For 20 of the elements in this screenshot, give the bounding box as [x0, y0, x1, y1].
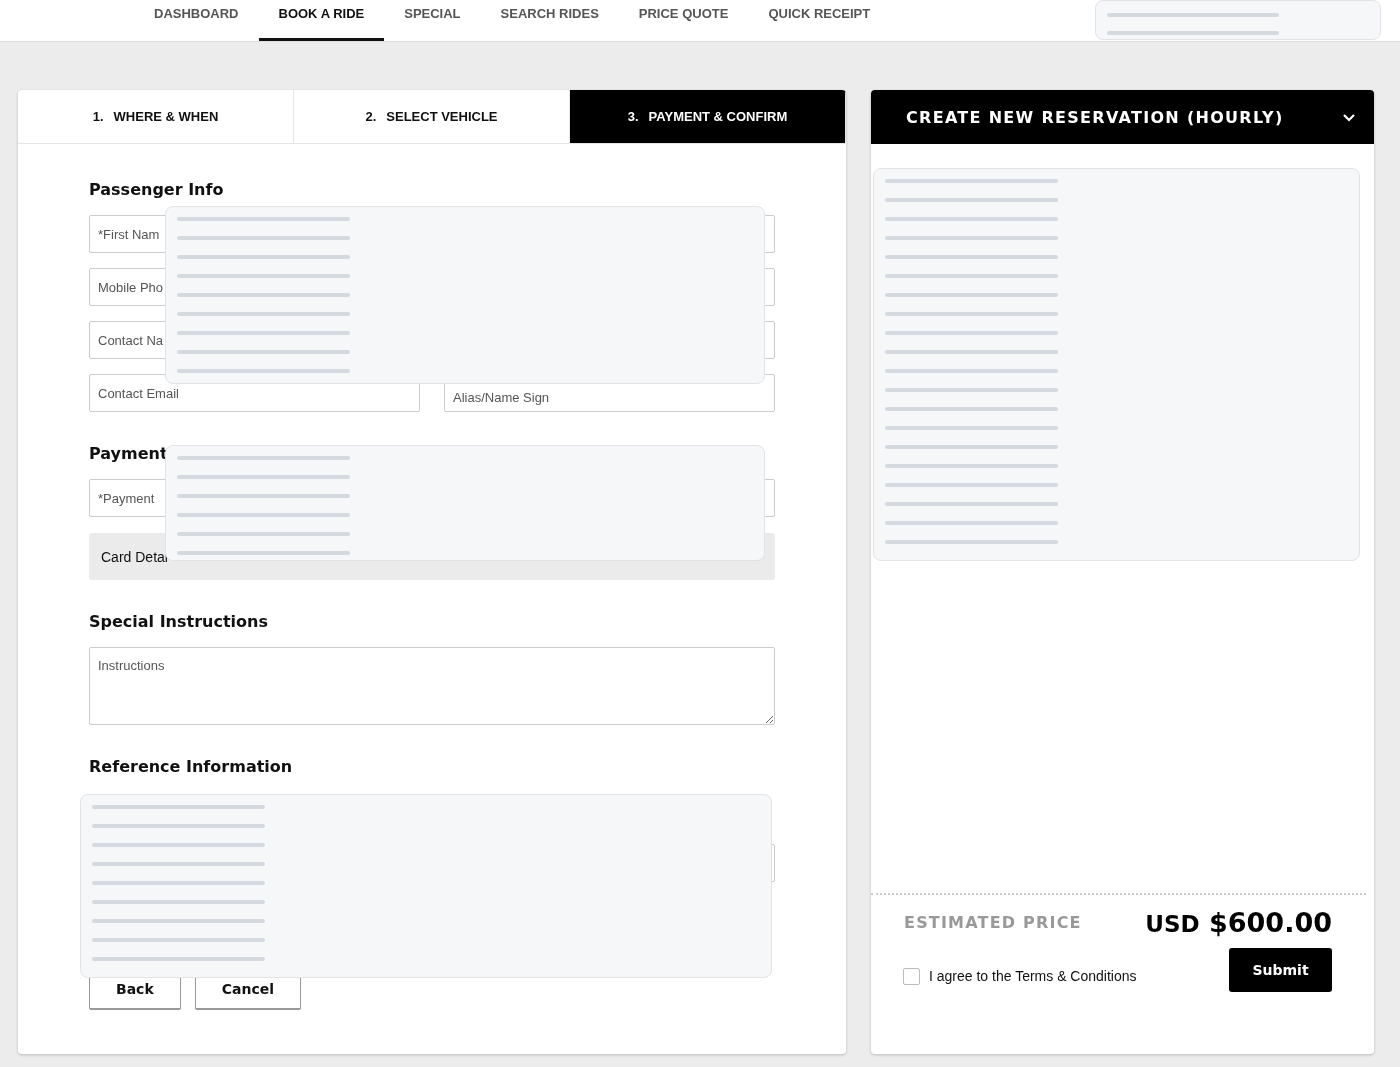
estimated-price-label: ESTIMATED PRICE — [904, 913, 1082, 932]
step-tab[interactable]: 1. WHERE & WHEN — [18, 90, 294, 143]
section-title: Passenger Info — [89, 180, 225, 199]
nav-tab[interactable]: QUICK RECEIPT — [748, 0, 891, 35]
nav-tab[interactable]: BOOK A RIDE — [258, 0, 385, 41]
terms-checkbox[interactable] — [903, 967, 920, 985]
nav-tab[interactable]: DASHBOARD — [134, 0, 259, 35]
card-details-label: Card Detai — [101, 548, 168, 565]
nav-tab[interactable]: PRICE QUOTE — [618, 0, 749, 35]
section-title: Reference Information — [89, 757, 294, 776]
section-title: Payment — [89, 444, 169, 463]
section-title: Special Instructions — [89, 612, 269, 631]
price-amount: USD $600.00 — [1145, 907, 1332, 938]
instructions-field[interactable]: Instructions — [89, 647, 775, 725]
nav-tab[interactable]: SPECIAL — [384, 0, 481, 35]
terms-label: I agree to the Terms & Conditions — [929, 968, 1138, 984]
step-tab[interactable]: 3. PAYMENT & CONFIRM — [570, 90, 846, 143]
submit-button[interactable]: Submit — [1229, 948, 1332, 992]
panel-header[interactable]: CREATE NEW RESERVATION (HOURLY) — [871, 90, 1374, 144]
nav-tab[interactable]: SEARCH RIDES — [480, 0, 619, 35]
